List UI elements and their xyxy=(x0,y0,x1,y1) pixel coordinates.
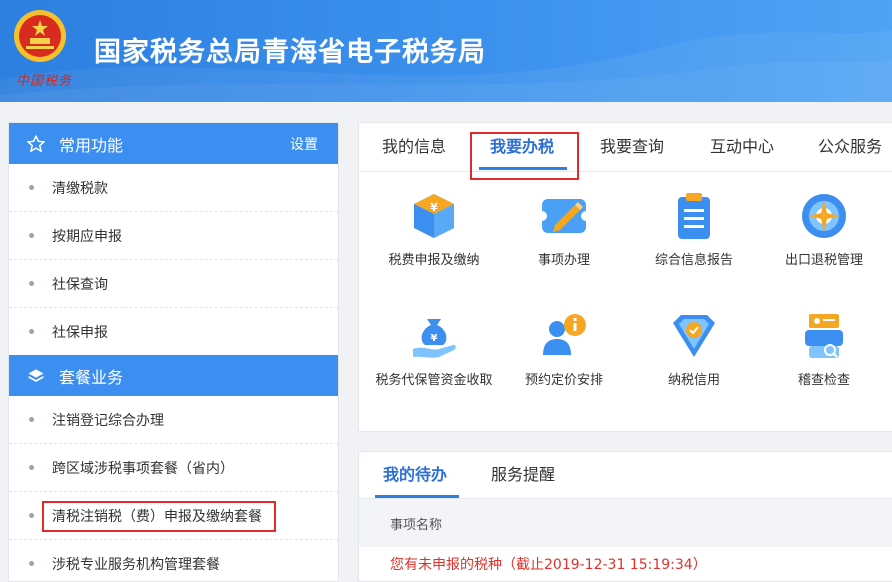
function-inspection[interactable]: 稽查检查 xyxy=(764,311,884,391)
tab-interaction[interactable]: 互动中心 xyxy=(710,123,774,171)
site-title: 国家税务总局青海省电子税务局 xyxy=(94,37,486,68)
user-info-icon xyxy=(539,311,589,361)
function-label: 预约定价安排 xyxy=(524,373,603,388)
star-icon xyxy=(25,133,47,155)
sidebar-item-label: 涉税专业服务机构管理套餐 xyxy=(52,556,220,573)
function-label: 税务代保管资金收取 xyxy=(375,373,493,388)
function-tax-declare-pay[interactable]: ¥ 税费申报及缴纳 xyxy=(374,191,494,271)
sidebar-item-social-query[interactable]: 社保查询 xyxy=(9,260,338,308)
brand-signature: 中国税务 xyxy=(16,74,73,89)
money-bag-hand-icon: ¥ xyxy=(409,311,459,361)
function-label: 稽查检查 xyxy=(797,373,850,388)
tax-cube-icon: ¥ xyxy=(409,191,459,241)
tab-public-service[interactable]: 公众服务 xyxy=(818,123,882,171)
sidebar: 常用功能 设置 清缴税款 按期应申报 社保查询 社保申报 套餐业务 注销登记综合… xyxy=(8,122,339,582)
layers-icon xyxy=(25,365,47,387)
tab-query[interactable]: 我要查询 xyxy=(600,123,664,171)
function-label: 出口退税管理 xyxy=(784,253,863,268)
unfiled-tax-notice[interactable]: 您有未申报的税种（截止2019-12-31 15:19:34） xyxy=(359,547,892,581)
site-header: 中国税务 国家税务总局青海省电子税务局 xyxy=(0,0,892,102)
sidebar-item-label: 按期应申报 xyxy=(52,228,122,245)
settings-link[interactable]: 设置 xyxy=(290,134,318,154)
svg-text:¥: ¥ xyxy=(430,201,438,214)
shield-check-icon xyxy=(669,311,719,361)
function-label: 事项办理 xyxy=(537,253,590,268)
highlight-box xyxy=(42,501,276,532)
package-business-title: 套餐业务 xyxy=(59,367,124,387)
bullet-dot xyxy=(29,561,34,566)
common-functions-title: 常用功能 xyxy=(59,135,124,155)
bullet-dot xyxy=(29,281,34,286)
function-label: 综合信息报告 xyxy=(654,253,733,268)
sidebar-item-social-declare[interactable]: 社保申报 xyxy=(9,308,338,355)
inspector-search-icon xyxy=(799,311,849,361)
svg-text:¥: ¥ xyxy=(431,333,438,344)
bullet-dot xyxy=(29,513,34,518)
sidebar-item-clear-tax[interactable]: 清缴税款 xyxy=(9,164,338,212)
tab-my-info[interactable]: 我的信息 xyxy=(382,123,446,171)
column-header-item-name: 事项名称 xyxy=(359,499,892,547)
function-matter-handling[interactable]: 事项办理 xyxy=(504,191,624,271)
sidebar-item-label: 社保申报 xyxy=(52,324,108,341)
sidebar-item-periodic-declare[interactable]: 按期应申报 xyxy=(9,212,338,260)
common-functions-header: 常用功能 设置 xyxy=(9,123,338,164)
sidebar-item-deregistration[interactable]: 注销登记综合办理 xyxy=(9,396,338,444)
sidebar-item-clearance-package[interactable]: 清税注销税（费）申报及缴纳套餐 xyxy=(9,492,338,540)
sidebar-item-label: 社保查询 xyxy=(52,276,108,293)
function-custody-funds[interactable]: ¥ 税务代保管资金收取 xyxy=(374,311,494,391)
todo-panel: 我的待办 服务提醒 事项名称 您有未申报的税种（截止2019-12-31 15:… xyxy=(358,451,892,582)
function-tax-credit[interactable]: 纳税信用 xyxy=(634,311,754,391)
pencil-ticket-icon xyxy=(537,191,591,241)
function-export-refund[interactable]: 出口退税管理 xyxy=(764,191,884,271)
main-panel: 我的信息 我要办税 我要查询 互动中心 公众服务 ¥ 税费申报及缴纳 事项办理 … xyxy=(358,122,892,432)
function-label: 税费申报及缴纳 xyxy=(388,253,480,268)
bullet-dot xyxy=(29,233,34,238)
clipboard-report-icon xyxy=(669,191,719,241)
tab-service-reminder[interactable]: 服务提醒 xyxy=(491,452,555,498)
tab-my-todo[interactable]: 我的待办 xyxy=(383,452,447,498)
highlight-box xyxy=(470,132,579,180)
main-tabs: 我的信息 我要办税 我要查询 互动中心 公众服务 xyxy=(359,123,892,180)
sidebar-item-label: 跨区域涉税事项套餐（省内） xyxy=(52,460,234,477)
sidebar-item-cross-region[interactable]: 跨区域涉税事项套餐（省内） xyxy=(9,444,338,492)
function-label: 纳税信用 xyxy=(667,373,720,388)
package-business-header: 套餐业务 xyxy=(9,355,338,396)
bullet-dot xyxy=(29,329,34,334)
sidebar-item-agency-management[interactable]: 涉税专业服务机构管理套餐 xyxy=(9,540,338,581)
bullet-dot xyxy=(29,185,34,190)
bullet-dot xyxy=(29,465,34,470)
todo-tabs: 我的待办 服务提醒 xyxy=(359,452,892,499)
sidebar-item-label: 注销登记综合办理 xyxy=(52,412,164,429)
function-pricing-arrangement[interactable]: 预约定价安排 xyxy=(504,311,624,391)
national-emblem-icon xyxy=(12,8,68,64)
function-info-report[interactable]: 综合信息报告 xyxy=(634,191,754,271)
sidebar-item-label: 清缴税款 xyxy=(52,180,108,197)
globe-refund-icon xyxy=(799,191,849,241)
bullet-dot xyxy=(29,417,34,422)
active-tab-indicator xyxy=(375,495,459,498)
